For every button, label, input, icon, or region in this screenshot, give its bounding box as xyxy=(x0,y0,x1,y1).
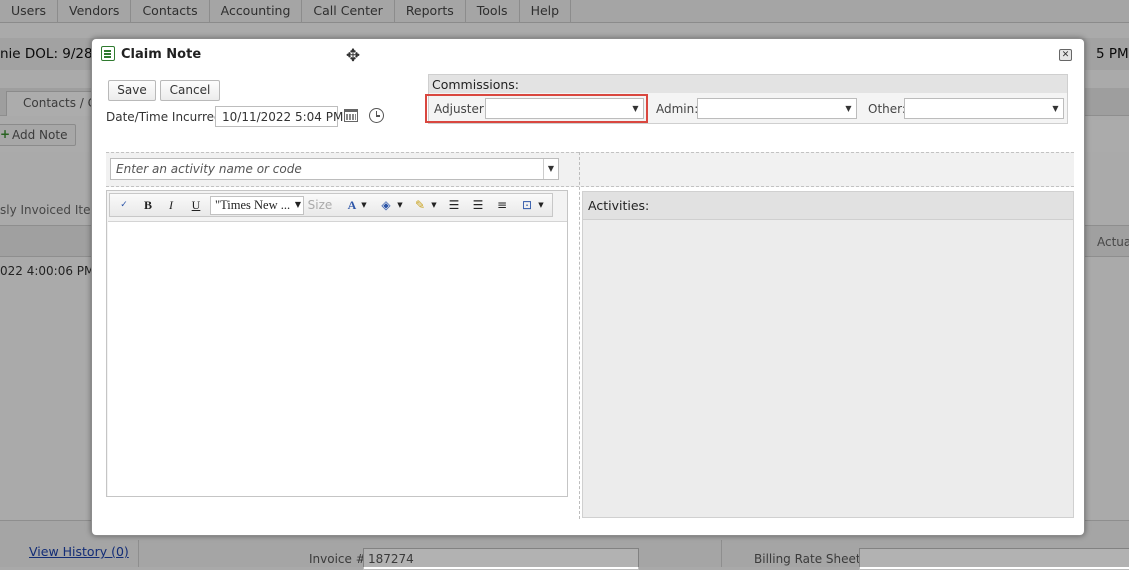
unordered-list-icon[interactable]: ☰ xyxy=(470,196,486,214)
dialog-title: Claim Note xyxy=(121,47,202,62)
chevron-down-icon[interactable]: ▼ xyxy=(430,196,438,214)
font-family-select[interactable]: "Times New ... xyxy=(210,196,304,215)
note-icon xyxy=(101,46,115,61)
activity-placeholder: Enter an activity name or code xyxy=(116,162,302,176)
font-size-select[interactable]: Size xyxy=(306,196,334,215)
font-color-button[interactable]: A xyxy=(345,196,359,214)
claim-note-dialog: Claim Note ✥ ✕ Save Cancel Date/Time Inc… xyxy=(91,38,1085,536)
highlighter-icon[interactable]: ✎ xyxy=(412,196,428,214)
fill-bucket-icon[interactable]: ◈ xyxy=(378,196,394,214)
datetime-input[interactable]: 10/11/2022 5:04 PM xyxy=(215,106,343,127)
cancel-button[interactable]: Cancel xyxy=(160,80,220,101)
close-icon[interactable]: ✕ xyxy=(1059,49,1072,61)
bold-button[interactable]: B xyxy=(140,196,156,214)
alarm-clock-icon[interactable] xyxy=(369,108,384,123)
italic-button[interactable]: I xyxy=(163,196,179,214)
chevron-down-icon[interactable]: ▼ xyxy=(396,196,404,214)
align-icon[interactable]: ≡ xyxy=(494,196,510,214)
ordered-list-icon[interactable]: ☰ xyxy=(446,196,462,214)
save-button[interactable]: Save xyxy=(108,80,156,101)
insert-element-icon[interactable]: ⊡ xyxy=(518,196,536,214)
note-editor: ✓ B I U "Times New ... ▼ Size A ▼ ◈ ▼ ✎ … xyxy=(106,190,568,497)
editor-toolbar: ✓ B I U "Times New ... ▼ Size A ▼ ◈ ▼ ✎ … xyxy=(109,193,553,217)
commissions-title: Commissions: xyxy=(429,75,1067,93)
chevron-down-icon[interactable]: ▼ xyxy=(537,196,545,214)
admin-select[interactable]: ▼ xyxy=(697,98,857,119)
chevron-down-icon[interactable]: ▼ xyxy=(360,196,368,214)
chevron-down-icon[interactable]: ▼ xyxy=(293,196,303,214)
activities-panel: Activities: xyxy=(582,191,1074,518)
calendar-icon[interactable] xyxy=(344,109,358,122)
other-label: Other: xyxy=(868,102,906,116)
admin-label: Admin: xyxy=(656,102,699,116)
activity-search-input[interactable]: Enter an activity name or code ▼ xyxy=(110,158,559,180)
chevron-down-icon: ▼ xyxy=(845,104,852,113)
activities-title: Activities: xyxy=(583,192,1073,220)
other-select[interactable]: ▼ xyxy=(904,98,1064,119)
underline-button[interactable]: U xyxy=(188,196,204,214)
chevron-down-icon[interactable]: ▼ xyxy=(543,159,558,179)
note-editor-body[interactable] xyxy=(108,221,567,496)
panel-divider xyxy=(579,152,580,519)
adjuster-highlight xyxy=(425,94,648,123)
spellcheck-icon[interactable]: ✓ xyxy=(115,196,133,214)
dialog-titlebar[interactable]: Claim Note ✥ ✕ xyxy=(92,39,1084,69)
datetime-label: Date/Time Incurred: xyxy=(106,110,226,124)
move-cursor-icon: ✥ xyxy=(345,46,361,66)
chevron-down-icon: ▼ xyxy=(1052,104,1059,113)
